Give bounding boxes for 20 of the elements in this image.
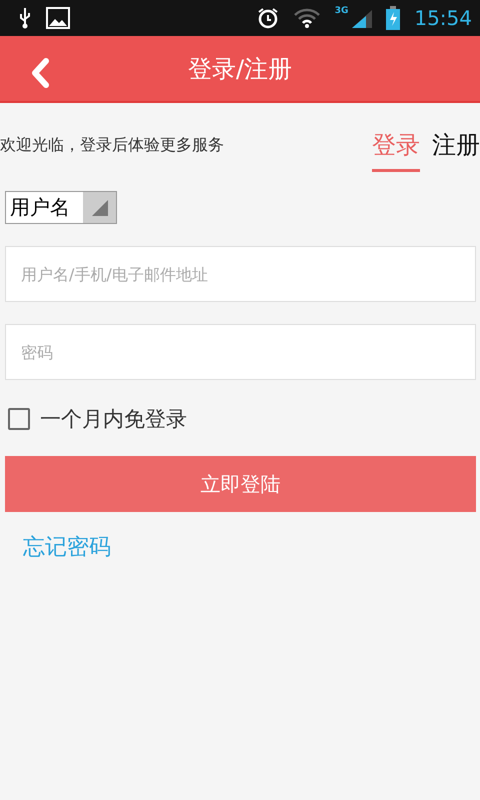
wifi-icon [292,7,321,29]
alarm-icon [256,7,279,29]
tab[interactable]: 登录 [372,129,420,172]
clock: 15:54 [414,6,472,30]
image-icon [46,7,70,29]
dropdown-triangle-icon [90,198,110,218]
username-field[interactable]: 用户名/手机/电子邮件地址 [5,246,476,302]
login-button[interactable]: 立即登陆 [5,456,476,512]
signal-icon [350,7,372,29]
page-title: 登录/注册 [188,54,292,84]
forgot-password-link[interactable]: 忘记密码 [23,532,111,562]
checkbox[interactable] [8,408,30,430]
tab[interactable]: 注册 [432,129,480,172]
battery-icon [386,6,400,30]
usb-icon [18,7,32,29]
network-type: 3G [334,6,348,16]
welcome-text: 欢迎光临，登录后体验更多服务 [0,135,225,156]
remember-label: 一个月内免登录 [40,406,187,433]
account-type-dropdown[interactable]: 用户名 [5,191,117,224]
password-field[interactable]: 密码 [5,324,476,380]
